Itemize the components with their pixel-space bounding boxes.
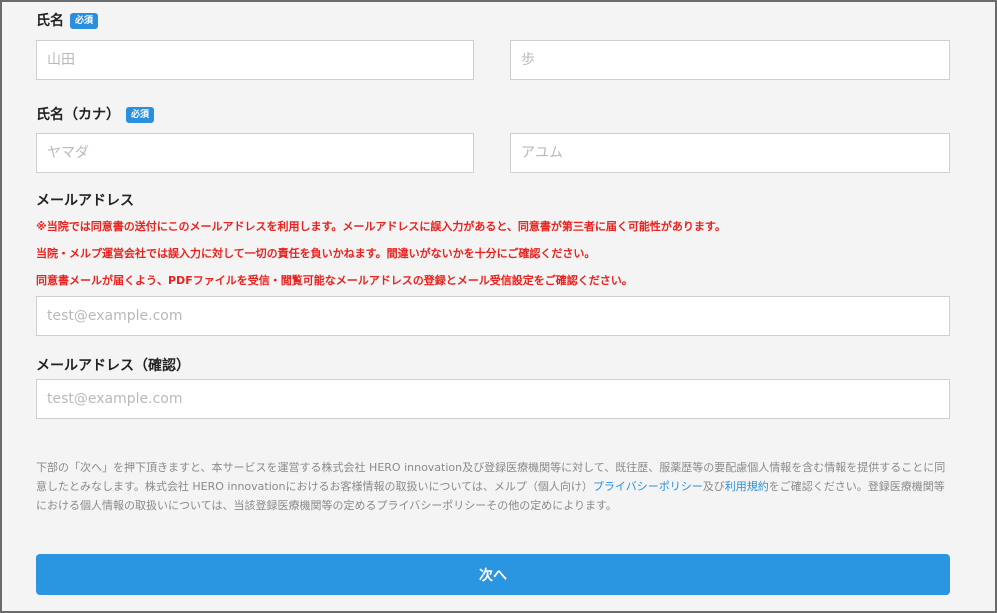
name-kana-required-badge: 必須 — [126, 107, 155, 123]
name-kana-label-row: 氏名（カナ） 必須 — [36, 106, 155, 124]
first-name-kana-input[interactable] — [510, 133, 950, 173]
first-name-input[interactable] — [510, 40, 950, 80]
email-input[interactable] — [36, 296, 950, 336]
email-confirm-input[interactable] — [36, 379, 950, 419]
last-name-kana-input[interactable] — [36, 133, 474, 173]
email-warning-2: 当院・メルプ運営会社では誤入力に対して一切の責任を負いかねます。間違いがないかを… — [36, 247, 596, 260]
email-confirm-label-row: メールアドレス（確認） — [36, 357, 190, 375]
email-warning-1: ※当院では同意書の送付にこのメールアドレスを利用します。メールアドレスに誤入力が… — [36, 220, 726, 233]
form-container: 氏名 必須 氏名（カナ） 必須 メールアドレス ※当院では同意書の送付にこのメー… — [0, 0, 997, 613]
name-label-row: 氏名 必須 — [36, 12, 99, 30]
email-warning-3: 同意書メールが届くよう、PDFファイルを受信・閲覧可能なメールアドレスの登録とメ… — [36, 274, 633, 287]
name-kana-label: 氏名（カナ） — [36, 107, 120, 123]
email-confirm-label: メールアドレス（確認） — [36, 358, 190, 374]
privacy-policy-link[interactable]: プライバシーポリシー — [593, 480, 703, 493]
email-label-row: メールアドレス — [36, 192, 134, 210]
name-required-badge: 必須 — [70, 13, 99, 29]
next-button[interactable]: 次へ — [36, 554, 950, 595]
name-label: 氏名 — [36, 13, 64, 29]
privacy-notice: 下部の「次へ」を押下頂きますと、本サービスを運営する株式会社 HERO inno… — [36, 458, 948, 515]
email-label: メールアドレス — [36, 193, 134, 209]
terms-link[interactable]: 利用規約 — [725, 480, 769, 493]
notice-text-2: 及び — [702, 480, 725, 493]
last-name-input[interactable] — [36, 40, 474, 80]
